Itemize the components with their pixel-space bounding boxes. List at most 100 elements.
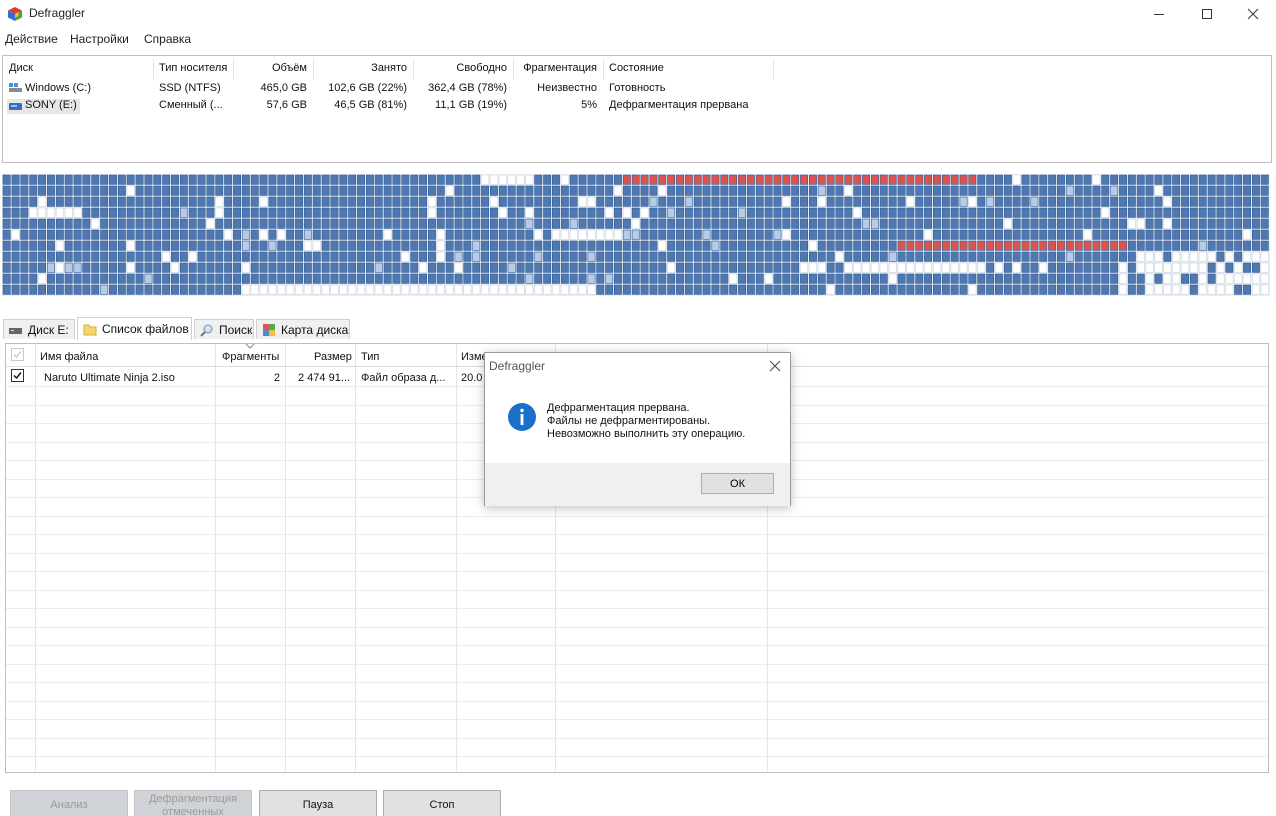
file-name-cell[interactable]: Naruto Ultimate Ninja 2.iso: [44, 372, 175, 384]
row-divider: [6, 516, 1268, 517]
disk-cluster-block: [100, 218, 109, 229]
disk-cluster-block: [578, 218, 587, 229]
disk-cluster-block: [1092, 229, 1101, 240]
disk-cluster-block: [1234, 251, 1243, 262]
disk-cluster-block: [224, 273, 233, 284]
col-file-name[interactable]: Имя файла: [40, 351, 98, 363]
disk-cluster-block: [46, 262, 55, 273]
maximize-button[interactable]: [1184, 0, 1230, 28]
disk-cluster-block: [800, 284, 809, 295]
disk-cluster-block: [321, 273, 330, 284]
disk-cluster-block: [1083, 207, 1092, 218]
disk-cluster-block: [348, 218, 357, 229]
disk-cluster-block: [117, 229, 126, 240]
disk-cluster-block: [1030, 284, 1039, 295]
disk-cluster-block: [924, 229, 933, 240]
disk-cluster-block: [481, 174, 489, 185]
disk-cluster-block: [109, 185, 117, 196]
disk-cluster-block: [100, 240, 109, 251]
disk-cluster-block: [472, 185, 481, 196]
menu-action[interactable]: Действие: [5, 32, 58, 46]
disk-cluster-block: [684, 284, 693, 295]
disk-cluster-block: [454, 207, 463, 218]
disk-cluster-block: [82, 251, 91, 262]
dialog-close-button[interactable]: [768, 359, 782, 373]
disk-cluster-block: [791, 262, 800, 273]
disk-cluster-block: [20, 185, 29, 196]
disk-cluster-block: [667, 218, 676, 229]
disk-cluster-block: [534, 284, 543, 295]
col-drive[interactable]: Диск: [9, 62, 33, 76]
disk-cluster-block: [1119, 196, 1128, 207]
col-fragmentation[interactable]: Фрагментация: [515, 62, 597, 76]
disk-cluster-block: [224, 207, 233, 218]
disk-cluster-block: [73, 196, 82, 207]
disk-cluster-block: [1048, 185, 1057, 196]
drive-e-name[interactable]: SONY (E:): [25, 99, 77, 111]
disk-cluster-block: [1172, 196, 1181, 207]
disk-cluster-block: [596, 284, 605, 295]
disk-cluster-block: [870, 251, 879, 262]
stop-button[interactable]: Стоп: [383, 790, 501, 816]
file-type-cell: Файл образа д...: [361, 372, 446, 384]
disk-cluster-block: [312, 218, 321, 229]
tab-disk-map[interactable]: Карта диска: [256, 319, 350, 339]
disk-cluster-block: [472, 196, 481, 207]
disk-cluster-block: [410, 251, 419, 262]
disk-cluster-block: [46, 251, 55, 262]
disk-cluster-block: [1234, 207, 1243, 218]
defrag-checked-button[interactable]: Дефрагментация отмеченных: [134, 790, 252, 816]
disk-cluster-block: [738, 196, 747, 207]
disk-cluster-block: [144, 196, 153, 207]
col-capacity[interactable]: Объём: [235, 62, 307, 76]
disk-cluster-block: [463, 229, 472, 240]
disk-cluster-block: [1181, 240, 1190, 251]
disk-cluster-block: [658, 218, 667, 229]
disk-cluster-block: [808, 229, 817, 240]
col-media-type[interactable]: Тип носителя: [159, 62, 227, 76]
disk-cluster-block: [534, 218, 543, 229]
ok-button[interactable]: ОК: [701, 473, 774, 494]
disk-cluster-block: [800, 196, 809, 207]
disk-cluster-block: [729, 262, 738, 273]
tab-search[interactable]: Поиск: [194, 319, 254, 339]
drive-e-status: Дефрагментация прервана: [609, 99, 749, 111]
col-used[interactable]: Занято: [315, 62, 407, 76]
disk-cluster-block: [1252, 185, 1260, 196]
disk-cluster-block: [941, 218, 950, 229]
pause-button[interactable]: Пауза: [259, 790, 377, 816]
close-window-button[interactable]: [1230, 0, 1276, 28]
disk-cluster-block: [702, 240, 711, 251]
disk-cluster-block: [436, 284, 445, 295]
drive-icon: [9, 83, 22, 92]
disk-cluster-block: [277, 207, 286, 218]
tab-file-list[interactable]: Список файлов: [77, 317, 192, 340]
tab-drive-e-label: Диск E:: [28, 322, 69, 337]
disk-cluster-block: [100, 185, 109, 196]
disk-cluster-block: [906, 185, 915, 196]
disk-cluster-block: [1057, 218, 1065, 229]
disk-cluster-map[interactable]: [2, 174, 1270, 296]
col-type[interactable]: Тип: [361, 351, 379, 363]
col-free[interactable]: Свободно: [415, 62, 507, 76]
menu-help[interactable]: Справка: [144, 32, 191, 46]
disk-cluster-block: [738, 240, 747, 251]
disk-cluster-block: [1039, 284, 1048, 295]
analyze-button[interactable]: Анализ: [10, 790, 128, 816]
file-row-checkbox[interactable]: [11, 369, 24, 382]
minimize-button[interactable]: [1136, 0, 1182, 28]
tab-drive-e[interactable]: Диск E:: [3, 319, 75, 339]
disk-cluster-block: [862, 229, 871, 240]
drive-c-name[interactable]: Windows (C:): [25, 82, 91, 94]
col-status[interactable]: Состояние: [609, 62, 664, 76]
disk-cluster-block: [277, 284, 286, 295]
col-size[interactable]: Размер: [314, 351, 352, 363]
select-all-checkbox[interactable]: [11, 348, 24, 361]
disk-cluster-block: [1181, 207, 1190, 218]
disk-cluster-block: [109, 174, 117, 185]
disk-cluster-block: [454, 284, 463, 295]
disk-cluster-block: [1101, 251, 1110, 262]
menu-settings[interactable]: Настройки: [70, 32, 129, 46]
disk-cluster-block: [250, 185, 259, 196]
col-fragments[interactable]: Фрагменты: [222, 351, 279, 363]
